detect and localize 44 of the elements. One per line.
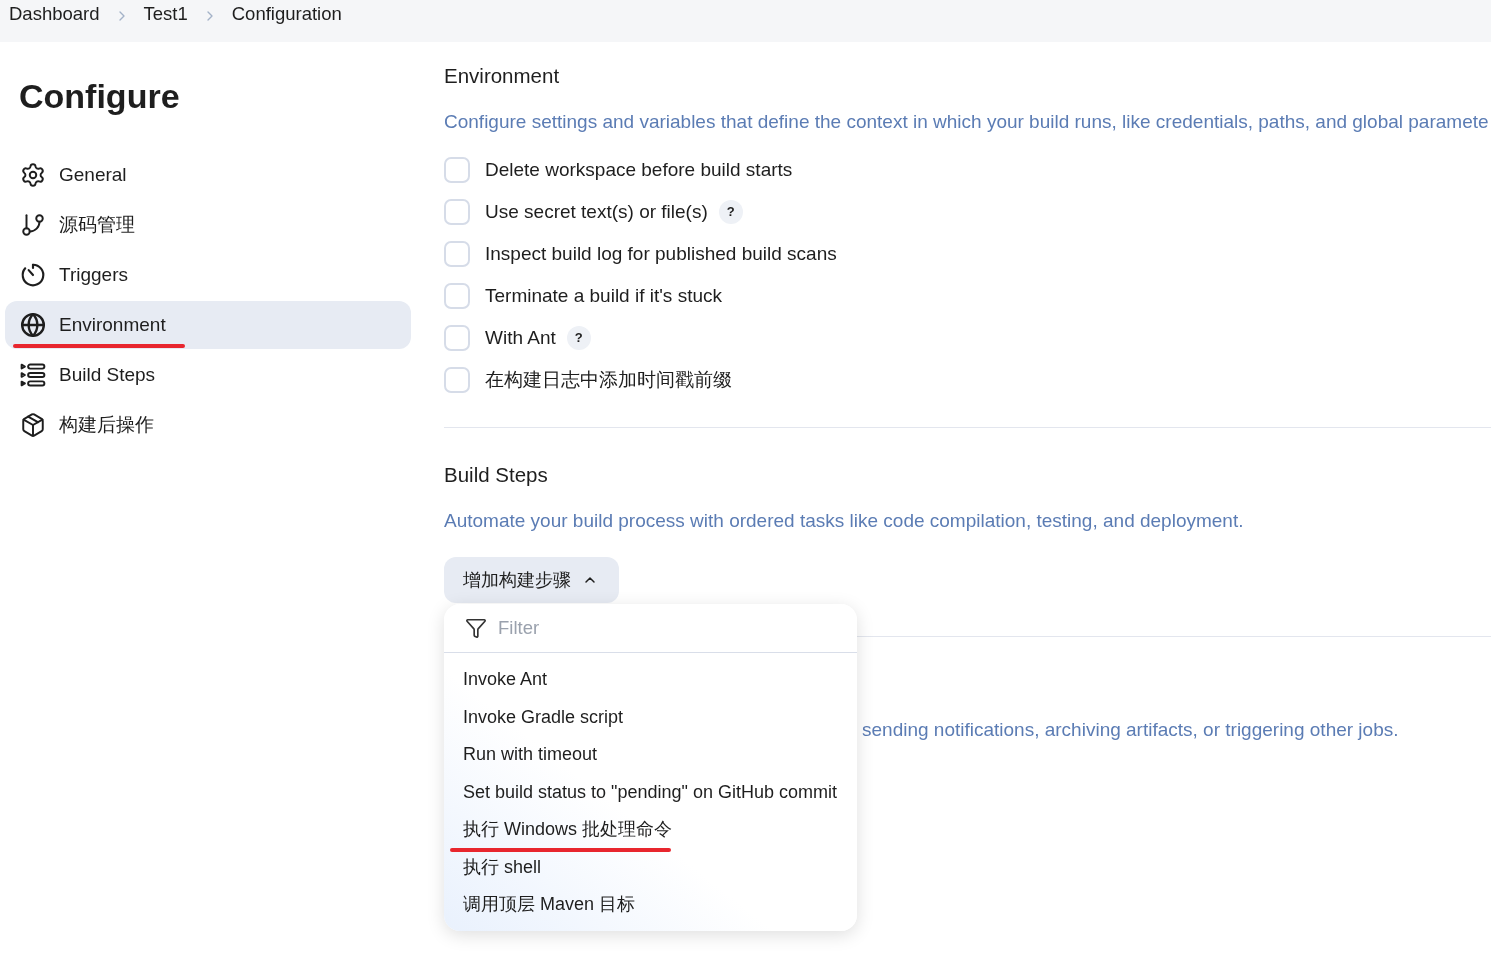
menu-item[interactable]: Run with timeout: [444, 736, 857, 774]
checkbox[interactable]: [444, 367, 470, 393]
sidebar-item[interactable]: 源码管理: [5, 201, 411, 249]
sidebar-item[interactable]: Build Steps: [5, 351, 411, 399]
globe-icon: [20, 312, 46, 338]
help-badge[interactable]: ?: [718, 200, 743, 224]
checkbox[interactable]: [444, 199, 470, 225]
menu-item[interactable]: Set build status to "pending" on GitHub commit: [444, 773, 857, 811]
checkbox-label: 在构建日志中添加时间戳前缀: [485, 368, 732, 392]
sidebar-item[interactable]: General: [5, 151, 411, 199]
sidebar-item[interactable]: Triggers: [5, 251, 411, 299]
settings-icon: [20, 162, 46, 188]
timer-icon: [20, 262, 46, 288]
checkbox-label: Inspect build log for published build scans: [485, 242, 837, 266]
branch-icon: [20, 212, 46, 238]
section-description: Configure settings and variables that define the context in which your build runs, like credentials, paths, and global paramete: [444, 110, 1489, 134]
checkbox[interactable]: [444, 325, 470, 351]
breadcrumb-link[interactable]: Dashboard: [9, 2, 100, 26]
package-icon: [20, 412, 46, 438]
filter-icon: [465, 617, 487, 639]
section-heading: Build Steps: [444, 462, 548, 488]
section-heading: Environment: [444, 63, 560, 89]
sidebar-item[interactable]: Environment: [5, 301, 411, 349]
list-icon: [20, 362, 46, 388]
add-step-button[interactable]: 增加构建步骤: [444, 557, 619, 603]
menu-item[interactable]: 执行 Windows 批处理命令: [444, 811, 857, 849]
menu-item[interactable]: 调用顶层 Maven 目标: [444, 886, 857, 924]
checkbox[interactable]: [444, 157, 470, 183]
breadcrumb-link[interactable]: Test1: [143, 2, 188, 26]
section-description: sending notifications, archiving artifacts, or triggering other jobs.: [862, 718, 1399, 742]
checkbox-label: Use secret text(s) or file(s): [485, 200, 708, 224]
section-description: Automate your build process with ordered tasks like code compilation, testing, and deployment.: [444, 509, 1244, 533]
checkbox-label: With Ant: [485, 326, 556, 350]
checkbox-label: Delete workspace before build starts: [485, 158, 793, 182]
checkbox[interactable]: [444, 241, 470, 267]
checkbox[interactable]: [444, 283, 470, 309]
menu-item[interactable]: Invoke Ant: [444, 661, 857, 699]
sidebar-item[interactable]: 构建后操作: [5, 401, 411, 449]
menu-item[interactable]: 执行 shell: [444, 848, 857, 886]
breadcrumb-link[interactable]: Configuration: [231, 2, 342, 26]
menu-item[interactable]: Invoke Gradle script: [444, 698, 857, 736]
help-badge[interactable]: ?: [566, 326, 591, 350]
checkbox-label: Terminate a build if it's stuck: [485, 284, 722, 308]
page-title: Configure: [19, 76, 180, 116]
